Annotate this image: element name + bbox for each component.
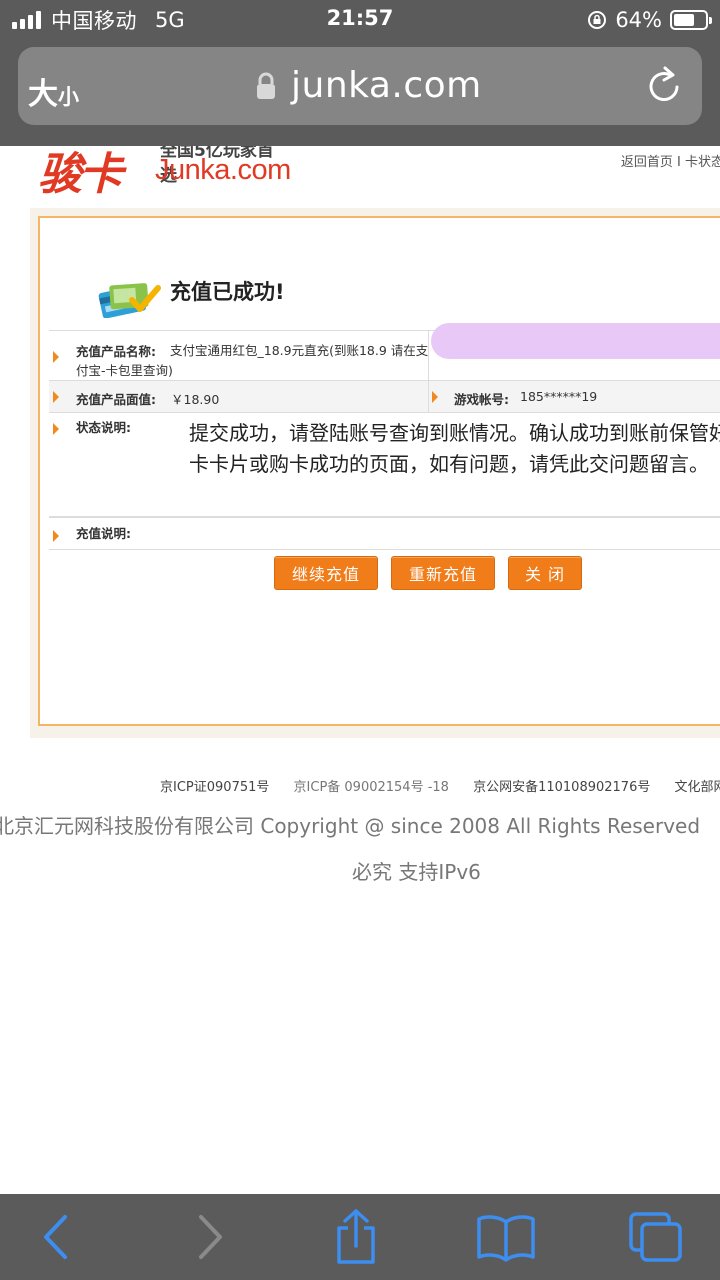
table-row: 充值产品面值: ￥18.90 游戏帐号: 185******19: [49, 380, 720, 412]
row-arrow-icon: [432, 391, 438, 403]
status-label: 状态说明:: [76, 420, 131, 435]
top-links-text[interactable]: 返回首页 I 卡状态: [621, 155, 720, 170]
web-page: 骏卡 全国5亿玩家首选 Junka.com 返回首页 I 卡状态 充值已成功!: [0, 146, 720, 1194]
close-button[interactable]: 关 闭: [508, 556, 582, 590]
product-name-value: 支付宝通用红包_18.9元直充(到账18.9 请在支付宝-卡包里查询): [76, 343, 429, 378]
text-size-small: 小: [58, 85, 79, 109]
bookmarks-button[interactable]: [476, 1208, 536, 1266]
lock-icon: [257, 72, 275, 99]
browser-toolbar: [0, 1194, 720, 1280]
battery-percent: 64%: [615, 8, 662, 32]
forward-icon: [199, 1215, 222, 1259]
logo-cn: 骏卡: [38, 149, 123, 200]
row-arrow-icon: [53, 351, 59, 363]
card-success-icon: [98, 283, 161, 318]
browser-chrome: 中国移动 5G 21:57 64% 大小 junka.com: [0, 0, 720, 146]
status-text: 提交成功，请登陆账号查询到账情况。确认成功到账前保管好骏卡卡片或购卡成功的页面，…: [189, 421, 720, 476]
row-arrow-icon: [53, 391, 59, 403]
table-row: 充值产品名称: 支付宝通用红包_18.9元直充(到账18.9 请在支付宝-卡包里…: [49, 323, 720, 380]
table-row: 状态说明: 提交成功，请登陆账号查询到账情况。确认成功到账前保管好骏卡卡片或购卡…: [49, 412, 720, 516]
result-panel-inner: 充值已成功! 充值产品名称: 支付宝通用红包_18.9元直充(到账18.9 请在…: [38, 216, 720, 726]
police-record[interactable]: 京公网安备110108902176号: [473, 780, 650, 795]
row-arrow-icon: [53, 423, 59, 435]
redaction-mark: [431, 323, 720, 359]
copyright: 北京汇元网科技股份有限公司 Copyright @ since 2008 All…: [0, 814, 701, 838]
retry-recharge-button[interactable]: 重新充值: [391, 556, 495, 590]
share-button[interactable]: [326, 1208, 386, 1266]
note-label: 充值说明:: [76, 526, 131, 541]
rotation-lock-icon: [588, 11, 607, 29]
forward-button[interactable]: [180, 1208, 240, 1266]
url-text[interactable]: junka.com: [291, 65, 482, 106]
footer-links: 京ICP证090751号 京ICP备 09002154号 -18 京公网安备11…: [160, 776, 720, 795]
back-button[interactable]: [26, 1208, 86, 1266]
face-value: ￥18.90: [171, 392, 220, 407]
address-bar[interactable]: 大小 junka.com: [18, 47, 702, 125]
battery-icon: [670, 10, 712, 30]
text-size-button[interactable]: 大小: [28, 69, 79, 113]
tabs-button[interactable]: [626, 1208, 686, 1266]
icp-record[interactable]: 京ICP备 09002154号 -18: [294, 780, 449, 795]
site-logo[interactable]: 骏卡 全国5亿玩家首选 Junka.com: [38, 146, 291, 200]
share-icon: [337, 1209, 375, 1264]
reload-icon[interactable]: [644, 65, 684, 107]
culture-license[interactable]: 文化部网文: [675, 780, 720, 795]
status-right: 64%: [587, 6, 712, 34]
account-value: 185******19: [520, 389, 598, 404]
table-row: 充值说明:: [49, 516, 720, 550]
row-arrow-icon: [53, 530, 59, 542]
result-table: 充值产品名称: 支付宝通用红包_18.9元直充(到账18.9 请在支付宝-卡包里…: [49, 323, 720, 550]
tabs-icon: [629, 1212, 682, 1262]
back-icon: [44, 1215, 67, 1259]
success-title: 充值已成功!: [170, 280, 285, 304]
continue-recharge-button[interactable]: 继续充值: [274, 556, 378, 590]
action-buttons: 继续充值 重新充值 关 闭: [274, 556, 582, 590]
result-panel: 充值已成功! 充值产品名称: 支付宝通用红包_18.9元直充(到账18.9 请在…: [30, 208, 720, 738]
status-bar: 中国移动 5G 21:57 64%: [0, 0, 720, 40]
logo-en: Junka.com: [155, 154, 291, 186]
text-size-big: 大: [28, 77, 58, 112]
top-links[interactable]: 返回首页 I 卡状态: [621, 151, 720, 170]
copyright-line2: 必究 支持IPv6: [352, 860, 481, 884]
icp-license[interactable]: 京ICP证090751号: [160, 780, 269, 795]
bookmarks-icon: [477, 1215, 535, 1262]
face-value-label: 充值产品面值:: [76, 392, 156, 407]
account-label: 游戏帐号:: [454, 392, 509, 407]
